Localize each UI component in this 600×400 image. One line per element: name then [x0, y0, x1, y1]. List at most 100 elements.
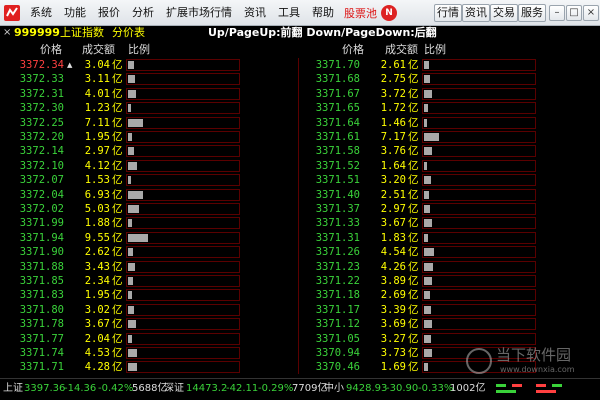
service-button[interactable]: 服务: [518, 4, 546, 22]
price-row[interactable]: 3372.14 2.97 亿: [0, 144, 242, 158]
menu-item[interactable]: 功能: [58, 0, 92, 26]
menu-item[interactable]: 系统: [24, 0, 58, 26]
price-row[interactable]: 3371.58 3.76 亿: [296, 144, 538, 158]
price-row[interactable]: 3371.51 3.20 亿: [296, 173, 538, 187]
price-row[interactable]: 3372.20 1.95 亿: [0, 130, 242, 144]
price-row[interactable]: 3371.74 4.53 亿: [0, 346, 242, 360]
ratio-bar-fill: [128, 205, 139, 213]
price-row[interactable]: 3371.31 1.83 亿: [296, 231, 538, 245]
ratio-bar: [422, 102, 536, 115]
amount-cell: 3.43: [84, 260, 110, 273]
menu-item[interactable]: 分析: [126, 0, 160, 26]
amount-cell: 3.72: [380, 87, 406, 100]
price-cell: 3372.31: [19, 87, 64, 100]
price-row[interactable]: 3371.80 3.02 亿: [0, 303, 242, 317]
price-row[interactable]: 3371.37 2.97 亿: [296, 202, 538, 216]
ratio-bar: [126, 203, 240, 215]
restore-icon[interactable]: □: [566, 5, 582, 21]
price-row[interactable]: 3371.83 1.95 亿: [0, 288, 242, 302]
close-panel-icon[interactable]: ×: [3, 26, 11, 40]
price-row[interactable]: 3371.88 3.43 亿: [0, 260, 242, 274]
price-row[interactable]: 3371.99 1.88 亿: [0, 216, 242, 230]
menu-item[interactable]: 工具: [272, 0, 306, 26]
price-cell: 3371.67: [315, 87, 360, 100]
unit-label: 亿: [408, 188, 419, 201]
price-row[interactable]: 3371.77 2.04 亿: [0, 332, 242, 346]
price-row[interactable]: 3371.64 1.46 亿: [296, 116, 538, 130]
price-cell: 3371.52: [315, 159, 360, 172]
price-row[interactable]: 3371.85 2.34 亿: [0, 274, 242, 288]
menu-item[interactable]: 报价: [92, 0, 126, 26]
price-row[interactable]: 3372.25 7.11 亿: [0, 116, 242, 130]
price-row[interactable]: 3371.23 4.26 亿: [296, 260, 538, 274]
ratio-bar-fill: [128, 89, 136, 98]
unit-label: 亿: [112, 332, 123, 345]
price-row[interactable]: 3372.02 5.03 亿: [0, 202, 242, 216]
price-row[interactable]: 3371.68 2.75 亿: [296, 72, 538, 86]
title-bar: × 999999 上证指数 分价表 Up/PageUp:前翻 Down/Page…: [0, 26, 600, 40]
price-row[interactable]: 3372.34 ▲ 3.04 亿: [0, 58, 242, 72]
minimize-icon[interactable]: –: [549, 5, 565, 21]
left-ratio-header: 比例: [128, 43, 150, 56]
ratio-bar-fill: [424, 205, 430, 213]
close-icon[interactable]: ×: [583, 5, 599, 21]
zx-label: 中小: [324, 383, 344, 394]
ratio-bar-fill: [424, 147, 432, 156]
price-row[interactable]: 3372.07 1.53 亿: [0, 173, 242, 187]
left-amount-header: 成交额: [82, 43, 115, 56]
ratio-bar-fill: [128, 363, 137, 372]
unit-label: 亿: [408, 231, 419, 244]
price-row[interactable]: 3371.71 4.28 亿: [0, 360, 242, 374]
news-button[interactable]: 资讯: [462, 4, 490, 22]
price-row[interactable]: 3371.70 2.61 亿: [296, 58, 538, 72]
price-cell: 3371.22: [315, 275, 360, 287]
stock-pool-link[interactable]: 股票池: [344, 5, 377, 21]
price-row[interactable]: 3371.05 3.27 亿: [296, 332, 538, 346]
price-row[interactable]: 3371.90 2.62 亿: [0, 245, 242, 259]
price-row[interactable]: 3372.30 1.23 亿: [0, 101, 242, 115]
ratio-bar-fill: [424, 334, 431, 343]
price-row[interactable]: 3371.61 7.17 亿: [296, 130, 538, 144]
price-row[interactable]: 3371.52 1.64 亿: [296, 159, 538, 173]
ratio-bar-fill: [424, 262, 433, 271]
price-row[interactable]: 3371.40 2.51 亿: [296, 188, 538, 202]
price-row[interactable]: 3372.31 4.01 亿: [0, 87, 242, 101]
amount-cell: 4.28: [84, 361, 110, 374]
price-row[interactable]: 3371.78 3.67 亿: [0, 317, 242, 331]
price-cell: 3372.20: [19, 131, 64, 143]
price-row[interactable]: 3372.04 6.93 亿: [0, 188, 242, 202]
price-row[interactable]: 3371.33 3.67 亿: [296, 216, 538, 230]
price-row[interactable]: 3371.12 3.69 亿: [296, 317, 538, 331]
right-price-header: 价格: [342, 43, 364, 56]
price-row[interactable]: 3371.65 1.72 亿: [296, 101, 538, 115]
ratio-bar: [126, 174, 240, 187]
unit-label: 亿: [408, 116, 419, 129]
price-row[interactable]: 3371.17 3.39 亿: [296, 303, 538, 317]
price-cell: 3371.94: [19, 231, 64, 244]
price-row[interactable]: 3371.22 3.89 亿: [296, 274, 538, 288]
amount-cell: 1.53: [84, 174, 110, 187]
ratio-bar: [422, 275, 536, 287]
price-cell: 3371.23: [315, 260, 360, 273]
ratio-bar-fill: [128, 277, 133, 285]
unit-label: 亿: [112, 231, 123, 244]
app-logo-icon[interactable]: [4, 4, 20, 21]
price-row[interactable]: 3371.67 3.72 亿: [296, 87, 538, 101]
amount-cell: 1.88: [84, 217, 110, 230]
quotes-button[interactable]: 行情: [434, 4, 462, 22]
zx-value: 9428.93: [346, 383, 388, 394]
ratio-bar-fill: [128, 233, 148, 242]
price-row[interactable]: 3372.33 3.11 亿: [0, 72, 242, 86]
price-row[interactable]: 3371.26 4.54 亿: [296, 245, 538, 259]
menu-item[interactable]: 资讯: [238, 0, 272, 26]
unit-label: 亿: [112, 73, 123, 86]
trade-button[interactable]: 交易: [490, 4, 518, 22]
menu-item[interactable]: 扩展市场行情: [160, 0, 238, 26]
price-row[interactable]: 3371.94 9.55 亿: [0, 231, 242, 245]
amount-cell: 1.83: [380, 231, 406, 244]
price-row[interactable]: 3371.18 2.69 亿: [296, 288, 538, 302]
unit-label: 亿: [112, 347, 123, 359]
menu-item[interactable]: 帮助: [306, 0, 340, 26]
price-row[interactable]: 3372.10 4.12 亿: [0, 159, 242, 173]
amount-cell: 3.69: [380, 318, 406, 331]
